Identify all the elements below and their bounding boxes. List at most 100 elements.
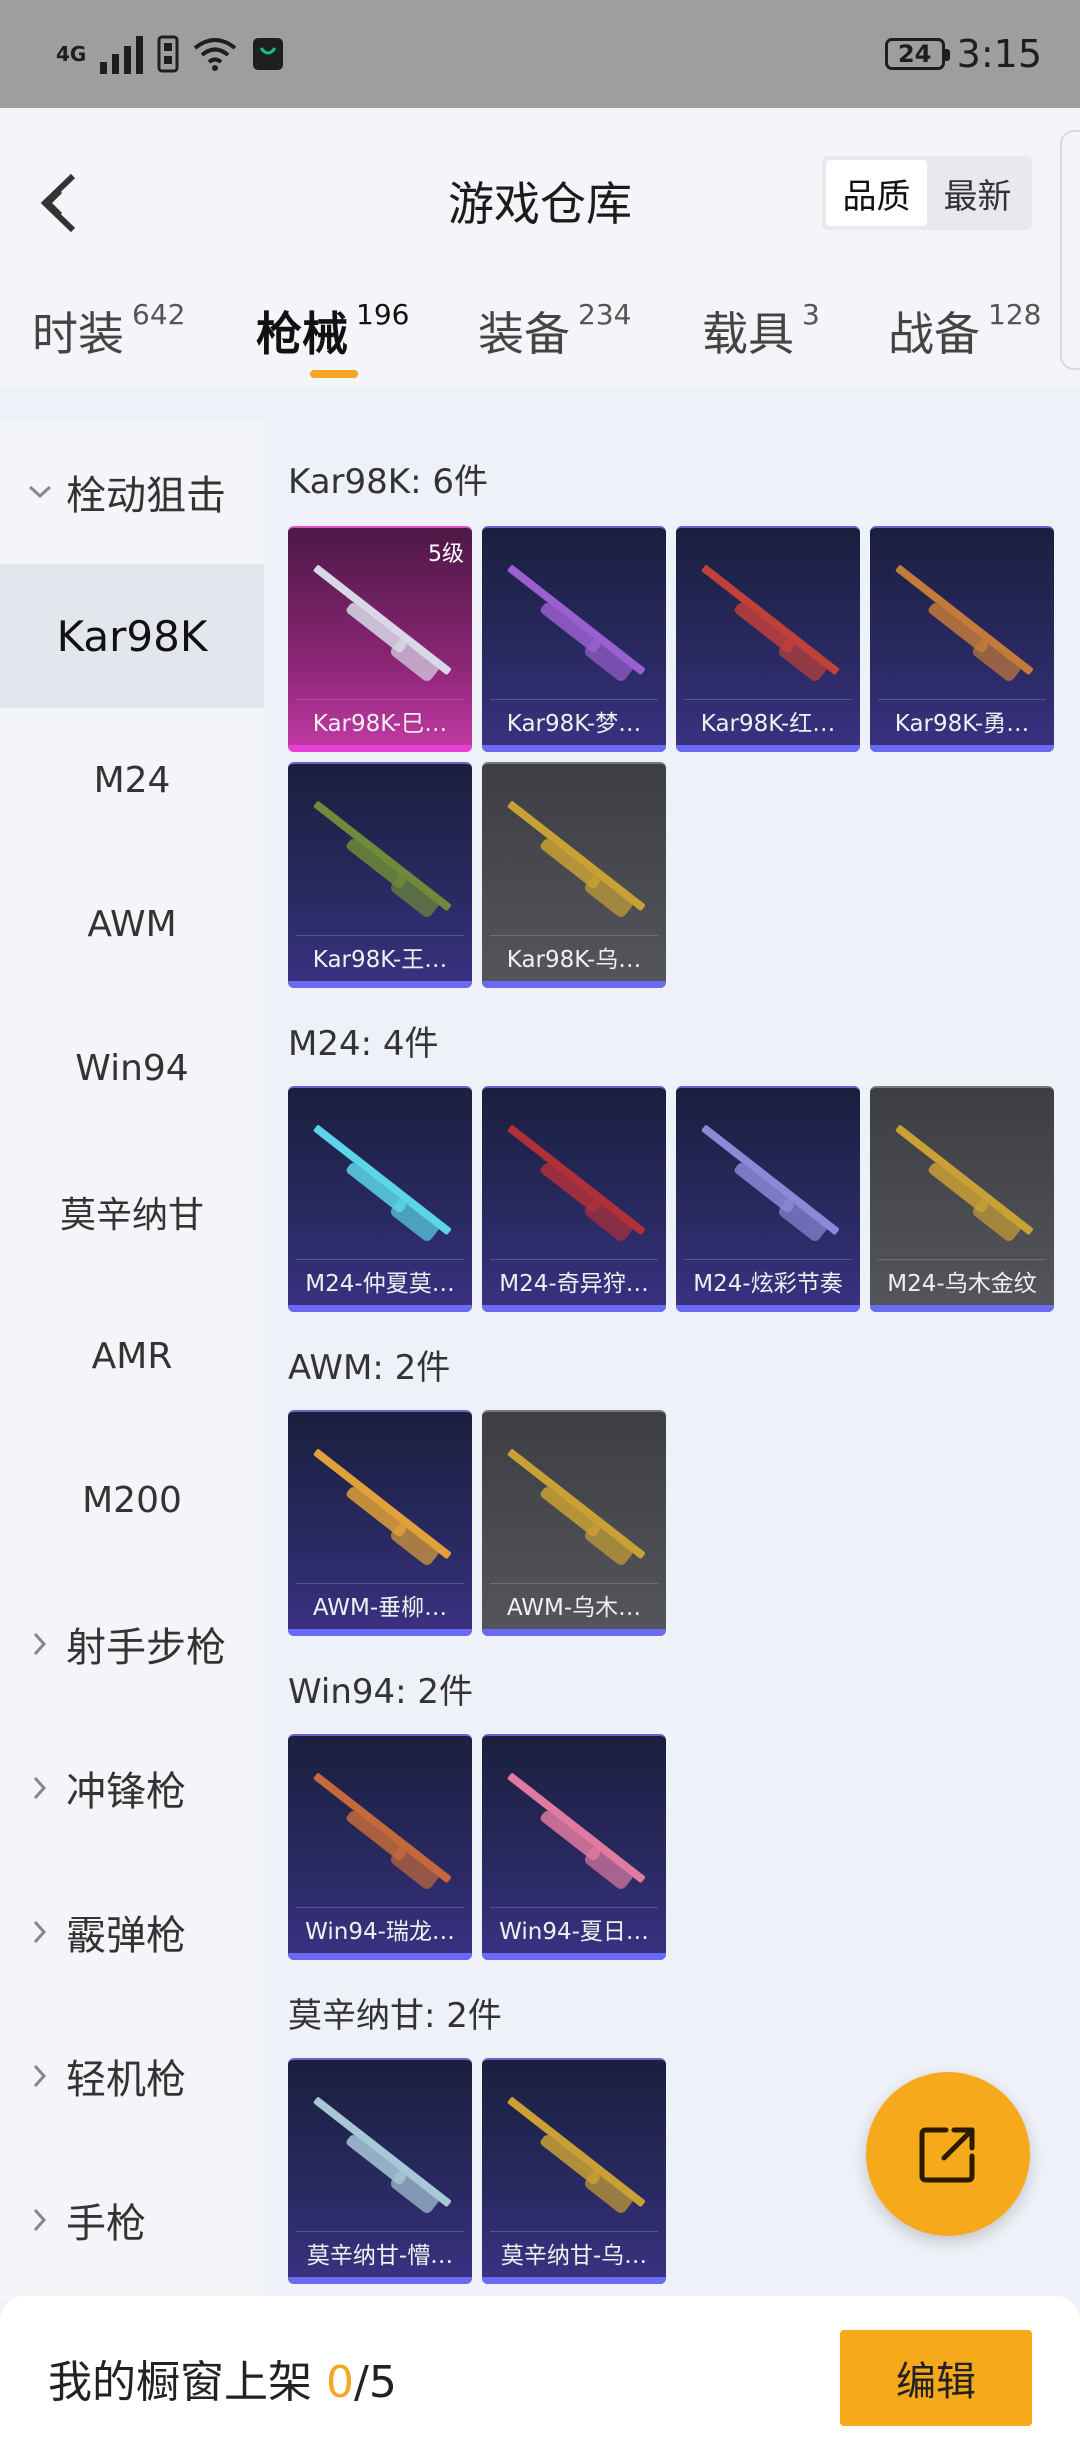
weapon-card[interactable]: Win94-夏日… (482, 1734, 666, 1960)
card-divider (296, 935, 464, 936)
tab-firearms[interactable]: 枪械 196 (256, 298, 409, 364)
sidebar-item-m24[interactable]: M24 (0, 708, 264, 852)
tab-supplies[interactable]: 战备 128 (888, 298, 1041, 364)
network-type: 4G (56, 42, 87, 66)
section-title: Kar98K: 6件 (288, 462, 488, 502)
weapon-card[interactable]: AWM-垂柳… (288, 1410, 472, 1636)
rifle-icon (313, 1449, 452, 1565)
sidebar-item-label: 冲锋枪 (66, 1769, 186, 1815)
tab-label: 时装 (32, 307, 124, 361)
chevron-right-icon (24, 2207, 56, 2233)
weapon-category-sidebar: 栓动狙击 Kar98K M24 AWM Win94 莫辛纳甘 AMR M200 … (0, 420, 264, 2300)
tab-vehicles[interactable]: 载具 3 (702, 298, 820, 364)
chevron-right-icon (24, 1631, 56, 1657)
header: 游戏仓库 品质 最新 时装 642 枪械 196 装备 234 载具 3 战备 … (0, 108, 1080, 388)
card-divider (684, 699, 852, 700)
clock: 3:15 (956, 32, 1042, 76)
sort-toggle: 品质 最新 (822, 156, 1032, 230)
card-divider (878, 1259, 1046, 1260)
rarity-bar (482, 981, 666, 988)
sort-quality-button[interactable]: 品质 (826, 160, 927, 226)
rifle-icon (507, 1125, 646, 1241)
active-tab-indicator (310, 370, 358, 378)
share-icon (919, 2127, 975, 2183)
sidebar-group-bolt-action[interactable]: 栓动狙击 (0, 420, 264, 564)
weapon-card[interactable]: M24-乌木金纹 (870, 1086, 1054, 1312)
rarity-bar (288, 2277, 472, 2284)
sidebar-item-label: 栓动狙击 (66, 473, 226, 519)
rarity-bar (288, 1629, 472, 1636)
card-divider (490, 1907, 658, 1908)
rarity-bar (288, 981, 472, 988)
sidebar-item-kar98k[interactable]: Kar98K (0, 564, 264, 708)
sidebar-item-amr[interactable]: AMR (0, 1284, 264, 1428)
card-divider (490, 1583, 658, 1584)
sidebar-item-label: 霰弹枪 (66, 1913, 186, 1959)
card-divider (490, 1259, 658, 1260)
tab-count: 3 (802, 298, 820, 331)
item-name: Kar98K-梦… (506, 711, 642, 737)
item-name: 莫辛纳甘-懵… (306, 2243, 454, 2269)
item-name: Kar98K-乌… (506, 947, 642, 973)
weapon-card[interactable]: Win94-瑞龙… (288, 1734, 472, 1960)
chevron-down-icon (24, 484, 56, 500)
weapon-card[interactable]: 莫辛纳甘-乌… (482, 2058, 666, 2284)
weapon-card[interactable]: M24-炫彩节奏 (676, 1086, 860, 1312)
sidebar-group-lmg[interactable]: 轻机枪 (0, 2004, 264, 2148)
item-name: M24-奇异狩… (499, 1271, 649, 1297)
sidebar-item-awm[interactable]: AWM (0, 852, 264, 996)
card-divider (296, 1583, 464, 1584)
weapon-grid: Kar98K: 6件 5级 Kar98K-巳… Kar98K-梦… Kar98K… (264, 420, 1080, 2300)
sidebar-item-m200[interactable]: M200 (0, 1428, 264, 1572)
rarity-bar (870, 745, 1054, 752)
category-tabs: 时装 642 枪械 196 装备 234 载具 3 战备 128 (0, 298, 1080, 388)
tab-fashion[interactable]: 时装 642 (32, 298, 185, 364)
sidebar-item-win94[interactable]: Win94 (0, 996, 264, 1140)
weapon-card[interactable]: M24-奇异狩… (482, 1086, 666, 1312)
weapon-card[interactable]: Kar98K-梦… (482, 526, 666, 752)
rifle-icon (701, 565, 840, 681)
sidebar-item-label: 射手步枪 (66, 1625, 226, 1671)
item-name: 莫辛纳甘-乌… (500, 2243, 648, 2269)
sidebar-item-mosin[interactable]: 莫辛纳甘 (0, 1140, 264, 1284)
rifle-icon (507, 1773, 646, 1889)
card-divider (878, 699, 1046, 700)
weapon-card[interactable]: Kar98K-勇… (870, 526, 1054, 752)
item-name: AWM-垂柳… (312, 1595, 448, 1621)
weapon-card[interactable]: Kar98K-乌… (482, 762, 666, 988)
weapon-card[interactable]: Kar98K-王… (288, 762, 472, 988)
card-divider (490, 2231, 658, 2232)
weapon-card[interactable]: AWM-乌木… (482, 1410, 666, 1636)
rarity-bar (482, 1953, 666, 1960)
rarity-bar (288, 1953, 472, 1960)
sort-latest-button[interactable]: 最新 (927, 160, 1028, 226)
tab-label: 载具 (702, 307, 794, 361)
sidebar-group-marksman-rifles[interactable]: 射手步枪 (0, 1572, 264, 1716)
weapon-card[interactable]: 5级 Kar98K-巳… (288, 526, 472, 752)
rifle-icon (507, 565, 646, 681)
weapon-card[interactable]: Kar98K-红… (676, 526, 860, 752)
rifle-icon (895, 565, 1034, 681)
sidebar-group-pistols[interactable]: 手枪 (0, 2148, 264, 2292)
sidebar-group-smg[interactable]: 冲锋枪 (0, 1716, 264, 1860)
item-name: M24-仲夏莫… (305, 1271, 455, 1297)
card-divider (296, 699, 464, 700)
rifle-icon (507, 1449, 646, 1565)
tab-equipment[interactable]: 装备 234 (478, 298, 631, 364)
rifle-icon (313, 1773, 452, 1889)
card-divider (296, 1259, 464, 1260)
showcase-capacity: /5 (354, 2357, 397, 2408)
rifle-icon (313, 801, 452, 917)
rarity-bar (870, 1305, 1054, 1312)
card-divider (296, 2231, 464, 2232)
rarity-bar (482, 1629, 666, 1636)
showcase-count: 0 (326, 2357, 354, 2408)
sidebar-group-shotguns[interactable]: 霰弹枪 (0, 1860, 264, 2004)
weapon-card[interactable]: 莫辛纳甘-懵… (288, 2058, 472, 2284)
share-button[interactable] (866, 2072, 1030, 2236)
item-name: M24-乌木金纹 (887, 1271, 1037, 1297)
weapon-card[interactable]: M24-仲夏莫… (288, 1086, 472, 1312)
edit-button[interactable]: 编辑 (840, 2330, 1032, 2426)
rifle-icon (313, 2097, 452, 2213)
item-name: Kar98K-巳… (312, 711, 448, 737)
